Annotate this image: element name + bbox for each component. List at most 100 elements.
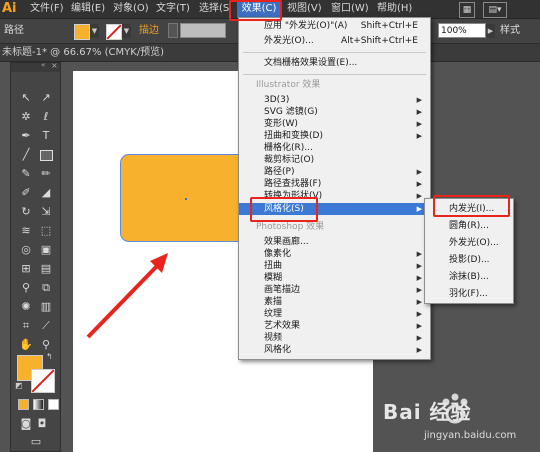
shape-builder-tool-icon[interactable]: ◎ [17,241,35,259]
draw-behind-icon[interactable]: ◘ [33,415,51,433]
menu-view[interactable]: 视图(V) [287,0,322,18]
blob-brush-tool-icon[interactable]: ✐ [17,184,35,202]
menu-distort[interactable]: 扭曲 ▶ [239,260,428,272]
fill-swatch[interactable] [74,24,90,40]
free-transform-tool-icon[interactable]: ⬚ [37,222,55,240]
symbol-sprayer-tool-icon[interactable]: ✺ [17,298,35,316]
document-tab[interactable]: 未标题-1* @ 66.67% (CMYK/预览) [2,44,164,61]
opacity-dropdown-icon[interactable]: ▶ [486,24,495,38]
selection-tool-icon[interactable]: ↖ [17,89,35,107]
tools-panel: « × ↖ ↗ ✲ ℓ ✒ T ╱ ✎ ✏ ✐ ◢ ↻ ⇲ ≋ ⬚ ◎ ▣ ⊞ … [10,61,61,452]
slice-tool-icon[interactable]: ⟋ [37,317,55,335]
lasso-tool-icon[interactable]: ℓ [37,108,55,126]
menu-window[interactable]: 窗口(W) [331,0,369,18]
eyedropper-tool-icon[interactable]: ⚲ [17,279,35,297]
menu-object[interactable]: 对象(O) [113,0,149,18]
menu-file[interactable]: 文件(F) [30,0,64,18]
menu-last-effect[interactable]: 外发光(O)... Alt+Shift+Ctrl+E [239,35,428,47]
fill-dropdown-icon[interactable]: ▼ [90,24,99,38]
submenu-arrow-icon: ▶ [416,205,422,213]
submenu-arrow-icon: ▶ [416,168,422,176]
rounded-rectangle-shape[interactable] [120,154,248,242]
rectangle-tool-icon[interactable] [37,146,55,164]
menu-texture[interactable]: 纹理 ▶ [239,308,428,320]
submenu-arrow-icon: ▶ [416,108,422,116]
menu-distort-transform[interactable]: 扭曲和变换(D) ▶ [239,130,428,142]
submenu-arrow-icon: ▶ [416,274,422,282]
live-paint-tool-icon[interactable]: ▣ [37,241,55,259]
default-colors-icon[interactable]: ◩ [15,381,23,390]
magic-wand-tool-icon[interactable]: ✲ [17,108,35,126]
stroke-label[interactable]: 描边 [139,23,159,39]
pen-tool-icon[interactable]: ✒ [17,127,35,145]
mesh-tool-icon[interactable]: ⊞ [17,260,35,278]
menu-artistic[interactable]: 艺术效果 ▶ [239,320,428,332]
stroke-color-box[interactable] [31,369,55,393]
column-graph-tool-icon[interactable]: ▥ [37,298,55,316]
menu-path[interactable]: 路径(P) ▶ [239,166,428,178]
pencil-tool-icon[interactable]: ✏ [37,165,55,183]
artboard-tool-icon[interactable]: ⌗ [17,317,35,335]
menu-svg-filters[interactable]: SVG 滤镜(G) ▶ [239,106,428,118]
gradient-tool-icon[interactable]: ▤ [37,260,55,278]
type-tool-icon[interactable]: T [37,127,55,145]
style-label: 样式 [500,25,520,36]
menu-apply-last-effect[interactable]: 应用 "外发光(O)"(A) Shift+Ctrl+E [239,20,428,32]
section-photoshop-effects: Photoshop 效果 [256,222,325,232]
menu-video[interactable]: 视频 ▶ [239,332,428,344]
submenu-arrow-icon: ▶ [416,262,422,270]
menu-effect-gallery[interactable]: 效果画廊... [239,236,428,248]
none-mode-icon[interactable] [48,399,59,410]
collapse-icon[interactable]: « [41,61,45,69]
menu-rasterize[interactable]: 栅格化(R)... [239,142,428,154]
menu-drop-shadow[interactable]: 投影(D)... [425,251,511,269]
direct-selection-tool-icon[interactable]: ↗ [37,89,55,107]
opacity-field[interactable]: 100% [438,23,486,38]
menu-pathfinder[interactable]: 路径查找器(F) ▶ [239,178,428,190]
gradient-mode-icon[interactable] [33,399,44,410]
app-logo: Ai [2,1,17,16]
menu-pixelate[interactable]: 像素化 ▶ [239,248,428,260]
menu-stylize-photoshop[interactable]: 风格化 ▶ [239,344,428,356]
submenu-arrow-icon: ▶ [416,322,422,330]
no-stroke-icon [106,24,122,40]
menu-crop-marks[interactable]: 裁剪标记(O) [239,154,428,166]
menu-round-corners[interactable]: 圆角(R)... [425,217,511,235]
menu-type[interactable]: 文字(T) [156,0,190,18]
arrange-icon[interactable]: ▤▾ [483,2,507,18]
stroke-weight-field[interactable] [180,23,226,38]
rotate-tool-icon[interactable]: ↻ [17,203,35,221]
annotation-box-inner-glow [433,195,510,217]
menu-warp[interactable]: 变形(W) ▶ [239,118,428,130]
menu-blur[interactable]: 模糊 ▶ [239,272,428,284]
scale-tool-icon[interactable]: ⇲ [37,203,55,221]
menu-help[interactable]: 帮助(H) [377,0,412,18]
menu-3d[interactable]: 3D(3) ▶ [239,94,428,106]
close-icon[interactable]: × [51,61,58,70]
line-tool-icon[interactable]: ╱ [17,146,35,164]
stroke-dropdown-icon[interactable]: ▼ [122,24,131,38]
bridge-icon[interactable]: ▦ [459,2,475,18]
warp-tool-icon[interactable]: ≋ [17,222,35,240]
stroke-weight-stepper[interactable] [168,23,178,38]
menu-brush-strokes[interactable]: 画笔描边 ▶ [239,284,428,296]
menu-outer-glow[interactable]: 外发光(O)... [425,234,511,252]
menu-select[interactable]: 选择(S [199,0,229,18]
stroke-swatch[interactable] [106,24,122,40]
menu-document-raster-settings[interactable]: 文档栅格效果设置(E)... [239,57,428,69]
tools-panel-header[interactable]: « × [11,61,60,72]
hand-tool-icon[interactable]: ✋ [17,336,35,354]
menu-feather[interactable]: 羽化(F)... [425,285,511,303]
paintbrush-tool-icon[interactable]: ✎ [17,165,35,183]
annotation-box-stylize [250,197,318,222]
menu-edit[interactable]: 编辑(E) [71,0,105,18]
blend-tool-icon[interactable]: ⧉ [37,279,55,297]
submenu-arrow-icon: ▶ [416,192,422,200]
eraser-tool-icon[interactable]: ◢ [37,184,55,202]
swap-colors-icon[interactable]: ↰ [46,352,53,361]
color-mode-icon[interactable] [18,399,29,410]
menu-scribble[interactable]: 涂抹(B)... [425,268,511,286]
menu-sketch[interactable]: 素描 ▶ [239,296,428,308]
screen-mode-icon[interactable]: ▭ [27,433,45,451]
object-type-label: 路径 [4,25,24,36]
